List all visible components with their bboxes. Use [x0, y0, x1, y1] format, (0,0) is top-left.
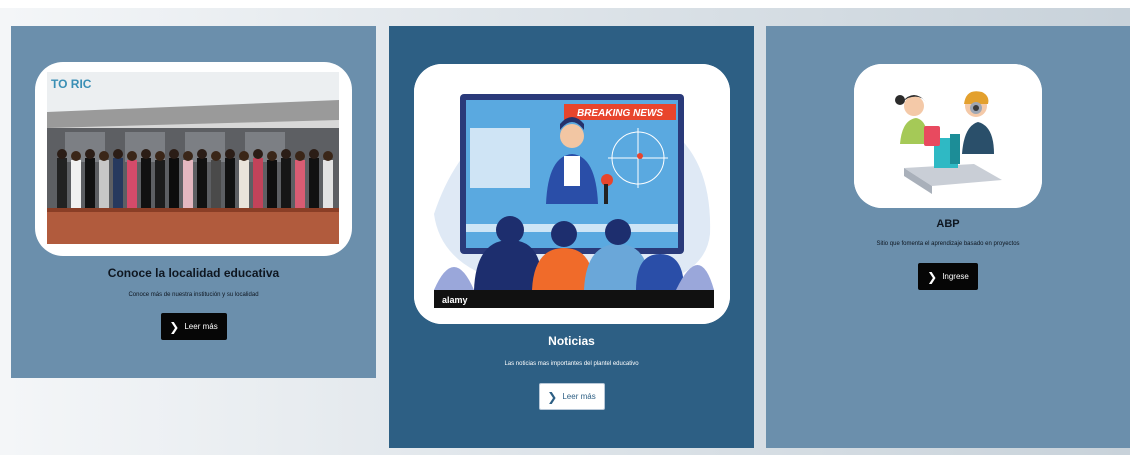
leer-mas-button[interactable]: ❯ Leer más [160, 313, 227, 340]
school-photo: TO RIC [35, 62, 352, 256]
card-title: Conoce la localidad educativa [107, 266, 280, 280]
card-title: Noticias [548, 334, 595, 348]
button-label: Leer más [184, 322, 218, 331]
card-description: Las noticias mas importantes del plantel… [504, 361, 639, 367]
card-abp: ABP Sitio que fomenta el aprendizaje bas… [766, 26, 1130, 448]
news-illustration: BREAKING NEWS alamy [413, 64, 730, 324]
button-label: Ingrese [942, 272, 969, 281]
card-description: Conoce más de nuestra institución y su l… [128, 292, 259, 298]
leer-mas-button[interactable]: ❯ Leer más [538, 383, 605, 410]
card-description: Sitio que fomenta el aprendizaje basado … [876, 241, 1020, 247]
news-banner-text: BREAKING NEWS [576, 108, 662, 119]
ingrese-button[interactable]: ❯ Ingrese [918, 263, 978, 290]
card-noticias: BREAKING NEWS alamy Noticias Las noticia… [389, 26, 754, 448]
card-localidad: TO RIC Conoce la localidad educativa Con… [11, 26, 376, 378]
card-title: ABP [936, 218, 960, 230]
top-strip [0, 0, 1130, 8]
building-sign: TO RIC [51, 77, 92, 91]
watermark-text: alamy [442, 295, 468, 305]
chevron-right-icon: ❯ [547, 389, 558, 404]
chevron-right-icon: ❯ [927, 269, 938, 284]
button-label: Leer más [562, 392, 596, 401]
abp-illustration [854, 64, 1042, 208]
chevron-right-icon: ❯ [169, 319, 180, 334]
